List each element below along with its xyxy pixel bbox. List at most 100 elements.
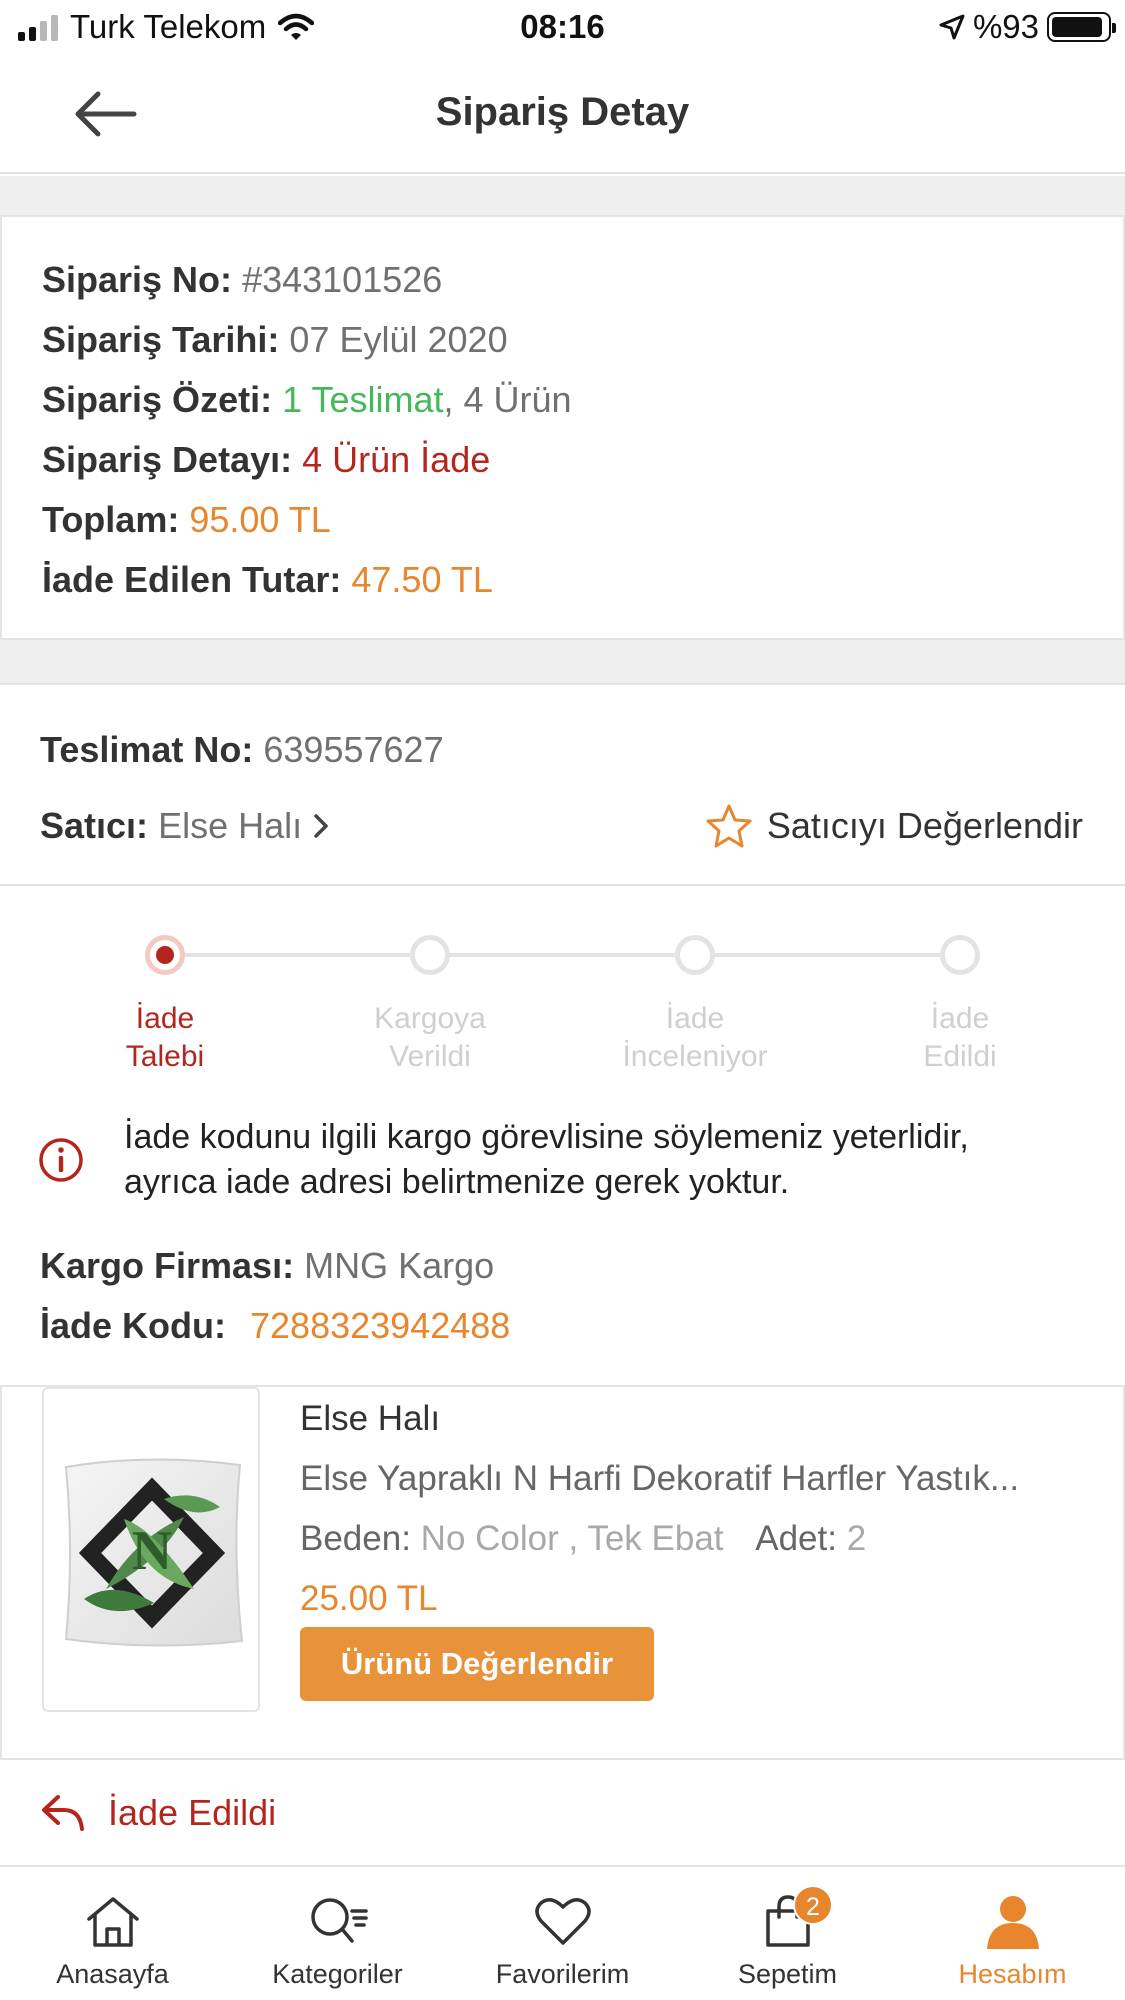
product-name[interactable]: Else Yapraklı N Harfi Dekoratif Harfler … — [300, 1459, 1019, 1499]
delivery-count[interactable]: 1 Teslimat — [282, 379, 443, 420]
cargo-label: Kargo Firması: — [40, 1245, 295, 1286]
section-gap — [0, 640, 1125, 683]
rate-seller-label: Satıcıyı Değerlendir — [766, 805, 1083, 846]
delivery-no-row: Teslimat No: 639557627 — [40, 729, 444, 771]
step-label-line: Talebi — [125, 1040, 205, 1073]
star-icon — [706, 804, 752, 848]
info-icon — [39, 1138, 83, 1182]
order-overview-row: Sipariş Özeti: 1 Teslimat, 4 Ürün — [42, 379, 572, 421]
pillow-image: N — [64, 1458, 244, 1647]
rate-seller-button[interactable]: Satıcıyı Değerlendir — [705, 803, 1083, 849]
cargo-value: MNG Kargo — [304, 1245, 495, 1286]
search-list-icon — [310, 1898, 368, 1943]
rate-product-button[interactable]: Ürünü Değerlendir — [300, 1627, 654, 1701]
step-dot-shipped — [410, 935, 450, 975]
step-dot-returned — [940, 935, 980, 975]
delivery-no-label: Teslimat No: — [40, 729, 254, 770]
total-label: Toplam: — [42, 499, 180, 540]
order-summary-card: Sipariş No: #343101526 Sipariş Tarihi: 0… — [0, 215, 1125, 640]
page-title: Sipariş Detay — [435, 90, 690, 134]
order-detail-label: Sipariş Detayı: — [42, 439, 293, 480]
reply-arrow-icon — [42, 1795, 84, 1831]
product-price: 25.00 TL — [300, 1579, 438, 1618]
delivery-section: Teslimat No: 639557627 Satıcı: Else Halı… — [0, 683, 1125, 1760]
total-value: 95.00 TL — [189, 499, 331, 540]
tab-favorites[interactable]: Favorilerim — [450, 1867, 675, 2000]
tab-label: Hesabım — [958, 1959, 1067, 1989]
location-arrow-icon — [939, 14, 965, 40]
product-variant-row: Beden: No Color , Tek Ebat Adet: 2 — [300, 1519, 866, 1559]
step-label-line: İnceleniyor — [622, 1040, 768, 1073]
tab-label: Anasayfa — [56, 1959, 169, 1989]
step-label-shipped: Kargoya Verildi — [310, 1000, 550, 1076]
divider — [0, 884, 1125, 886]
step-label-reviewing: İade İnceleniyor — [575, 1000, 815, 1076]
item-count: 4 Ürün — [463, 379, 572, 420]
order-date-row: Sipariş Tarihi: 07 Eylül 2020 — [42, 319, 508, 361]
chevron-right-icon — [314, 814, 328, 838]
home-icon — [86, 1897, 139, 1947]
size-label: Beden: — [300, 1519, 411, 1558]
product-seller: Else Halı — [300, 1399, 441, 1438]
refund-value: 47.50 TL — [351, 559, 493, 600]
overview-separator: , — [443, 379, 454, 420]
total-row: Toplam: 95.00 TL — [42, 499, 331, 541]
step-label-line: İade — [135, 1002, 195, 1035]
tab-cart[interactable]: 2 Sepetim — [675, 1867, 900, 2000]
step-dot-return-request — [145, 935, 185, 975]
seller-link[interactable]: Else Halı — [158, 805, 330, 847]
seller-label: Satıcı: — [40, 805, 149, 846]
order-no-row: Sipariş No: #343101526 — [42, 259, 442, 301]
step-label-return-request: İade Talebi — [45, 1000, 285, 1076]
stepper-track — [165, 953, 960, 957]
tab-home[interactable]: Anasayfa — [0, 1867, 225, 2000]
returned-status-row[interactable]: İade Edildi — [40, 1792, 276, 1834]
info-line-2: ayrıca iade adresi belirtmenize gerek yo… — [124, 1163, 790, 1201]
order-detail-value: 4 Ürün İade — [302, 439, 491, 480]
tab-bar: Anasayfa Kategoriler Favorilerim 2 Sepet… — [0, 1865, 1125, 2000]
seller-name: Else Halı — [158, 805, 303, 846]
order-no-label: Sipariş No: — [42, 259, 233, 300]
order-detail-row: Sipariş Detayı: 4 Ürün İade — [42, 439, 490, 481]
order-overview-label: Sipariş Özeti: — [42, 379, 273, 420]
step-label-line: Kargoya — [374, 1002, 486, 1035]
navigation-bar: Sipariş Detay — [0, 56, 1125, 174]
size-value: No Color , Tek Ebat — [420, 1519, 724, 1558]
tab-label: Sepetim — [737, 1959, 838, 1989]
qty-value: 2 — [846, 1519, 867, 1558]
user-icon — [986, 1896, 1039, 1949]
product-image[interactable]: N — [42, 1387, 260, 1712]
section-gap — [0, 176, 1125, 215]
seller-row: Satıcı: Else Halı — [40, 805, 330, 847]
cart-count-badge: 2 — [793, 1885, 833, 1925]
order-date-value: 07 Eylül 2020 — [289, 319, 508, 360]
tab-categories[interactable]: Kategoriler — [225, 1867, 450, 2000]
tab-label: Favorilerim — [495, 1959, 630, 1989]
heart-icon — [534, 1898, 591, 1945]
info-line-1: İade kodunu ilgili kargo görevlisine söy… — [124, 1118, 969, 1156]
tab-account[interactable]: Hesabım — [900, 1867, 1125, 2000]
refund-row: İade Edilen Tutar: 47.50 TL — [42, 559, 493, 601]
return-code-label: İade Kodu: — [40, 1305, 226, 1346]
step-label-line: İade — [930, 1002, 990, 1035]
svg-text:N: N — [132, 1520, 172, 1582]
order-date-label: Sipariş Tarihi: — [42, 319, 280, 360]
qty-label: Adet: — [755, 1519, 837, 1558]
status-bar: Turk Telekom 08:16 %93 — [0, 0, 1125, 56]
delivery-no-value: 639557627 — [263, 729, 444, 770]
product-card: N Else Halı Else Yapraklı N Harfi Dekora… — [0, 1385, 1125, 1760]
step-label-returned: İade Edildi — [840, 1000, 1080, 1076]
step-dot-reviewing — [675, 935, 715, 975]
return-code-value[interactable]: 7288323942488 — [250, 1305, 510, 1346]
returned-label: İade Edildi — [108, 1792, 277, 1833]
refund-label: İade Edilen Tutar: — [42, 559, 342, 600]
step-label-line: Verildi — [389, 1040, 471, 1073]
battery-percent: %93 — [972, 8, 1039, 45]
cargo-row: Kargo Firması: MNG Kargo — [40, 1245, 494, 1287]
step-label-line: İade — [665, 1002, 725, 1035]
step-label-line: Edildi — [923, 1040, 997, 1073]
battery-icon — [1047, 12, 1116, 42]
status-right: %93 — [939, 8, 1116, 46]
order-no-value: #343101526 — [242, 259, 443, 300]
tab-label: Kategoriler — [272, 1959, 403, 1989]
